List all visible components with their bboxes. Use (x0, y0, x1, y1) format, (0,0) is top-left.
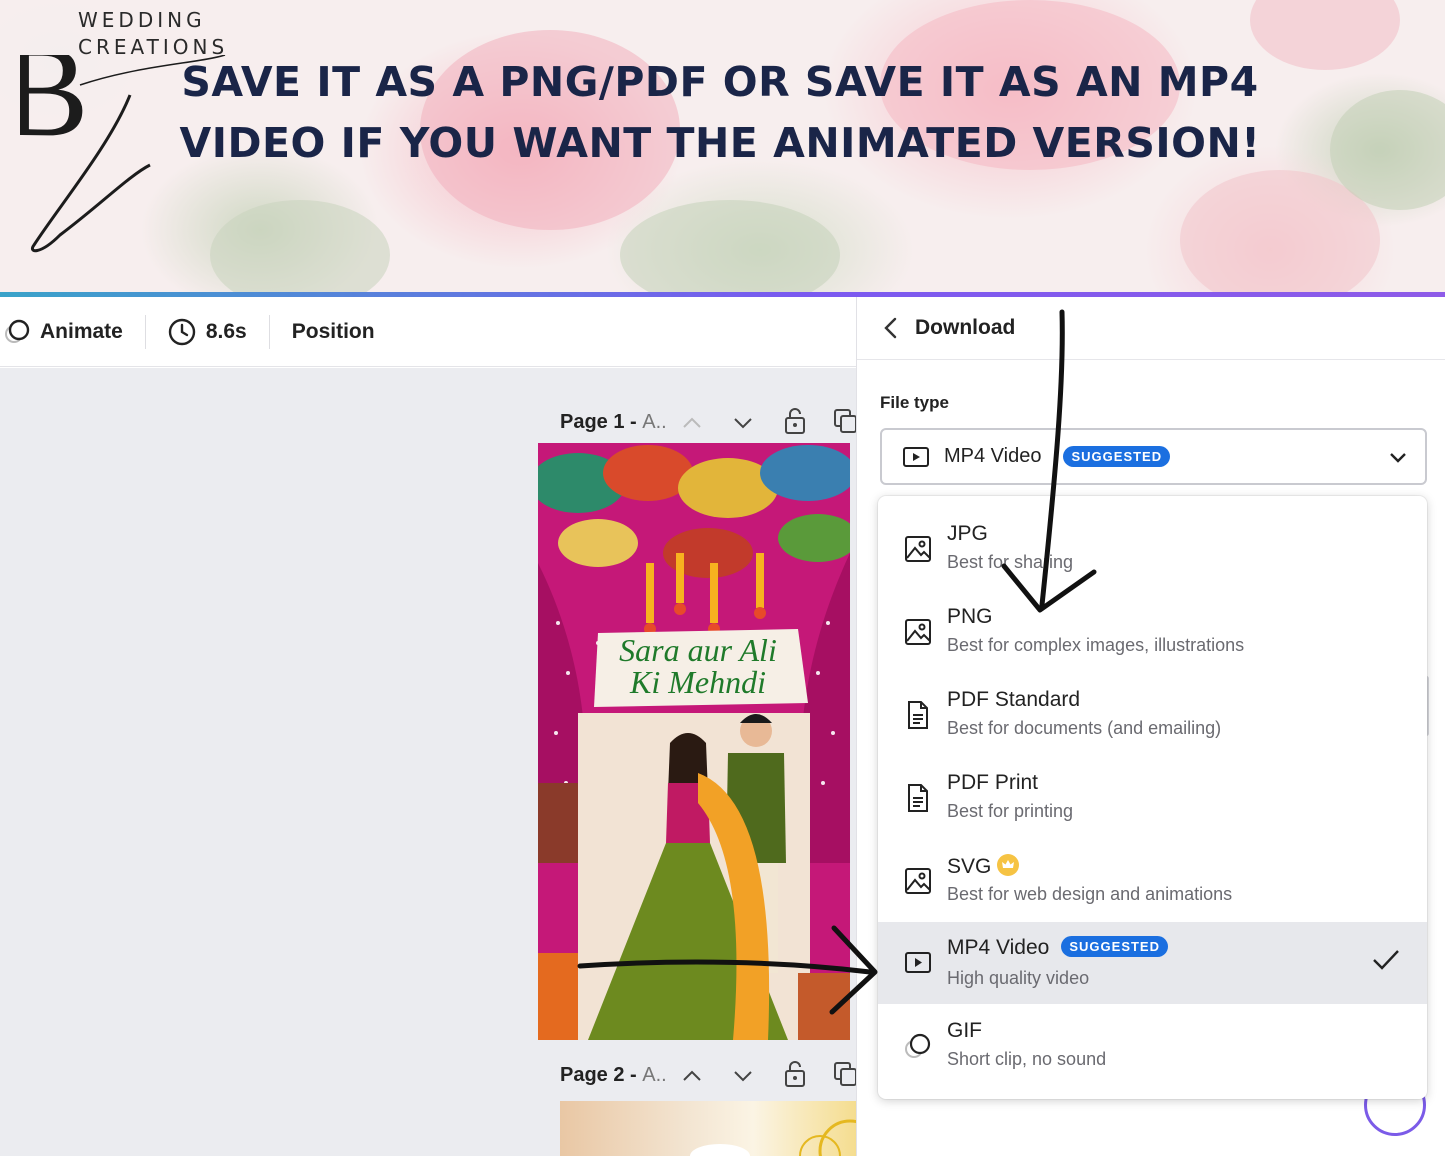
page-1-design[interactable]: Sara aur Ali Ki Mehndi (538, 443, 850, 1040)
suggested-badge: SUGGESTED (1063, 446, 1171, 467)
option-desc: Best for complex images, illustrations (947, 635, 1245, 655)
duration-label: 8.6s (205, 319, 247, 343)
clock-icon (168, 318, 196, 345)
chevron-up-icon[interactable] (681, 414, 703, 432)
option-desc: Short clip, no sound (947, 1049, 1107, 1069)
design-title-line-1: Sara aur Ali (619, 632, 777, 668)
animate-label: Animate (40, 319, 123, 343)
lock-icon[interactable] (783, 1060, 807, 1088)
file-type-select[interactable]: MP4 Video SUGGESTED (880, 428, 1427, 485)
banner-headline: SAVE IT AS A PNG/PDF OR SAVE IT AS AN MP… (170, 52, 1270, 174)
option-desc: Best for documents (and emailing) (947, 718, 1222, 738)
chevron-down-icon (1390, 453, 1406, 463)
duration-button[interactable]: 8.6s (146, 297, 269, 367)
position-button[interactable]: Position (270, 297, 397, 367)
file-type-value: MP4 Video (944, 445, 1042, 467)
option-name-text: SVG (947, 855, 992, 878)
animate-icon (5, 319, 30, 343)
editor-toolbar: Animate 8.6s Position (0, 297, 856, 367)
option-pdf-standard[interactable]: PDF Standard Best for documents (and ema… (878, 674, 1427, 756)
design-title-line-2: Ki Mehndi (629, 664, 766, 700)
page-2-artwork (690, 1119, 882, 1156)
option-svg[interactable]: SVG Best for web design and animations (878, 840, 1427, 922)
video-icon (903, 446, 929, 467)
option-desc: Best for sharing (947, 552, 1074, 572)
option-name: GIF (947, 1019, 982, 1042)
lock-icon[interactable] (783, 407, 807, 435)
option-name: PDF Standard (947, 688, 1081, 711)
panel-header: Download (857, 297, 1445, 360)
suggested-badge: SUGGESTED (1061, 936, 1168, 957)
option-desc: Best for printing (947, 801, 1074, 821)
document-icon (908, 701, 928, 729)
page-2-name: A.. (642, 1064, 667, 1086)
gif-icon (905, 1033, 931, 1058)
option-jpg[interactable]: JPG Best for sharing (878, 508, 1427, 590)
option-desc: Best for web design and animations (947, 884, 1233, 904)
promo-banner: BL B WEDDING CREATIONS SAVE IT AS A PNG/… (0, 0, 1445, 294)
option-name-text: MP4 Video (947, 936, 1050, 959)
checkmark-icon (1373, 950, 1399, 970)
page-1-label: Page 1 - (560, 411, 643, 433)
chevron-up-icon[interactable] (681, 1067, 703, 1085)
video-icon (905, 952, 931, 973)
option-name: SVG (947, 854, 1020, 879)
page-1-title[interactable]: Page 1 - A.. (560, 411, 667, 434)
design-artwork: Sara aur Ali Ki Mehndi (538, 443, 850, 1040)
option-name: MP4 Video SUGGESTED (947, 936, 1168, 960)
svg-text:B: B (20, 55, 89, 164)
page-2-title[interactable]: Page 2 - A.. (560, 1064, 667, 1087)
option-name: JPG (947, 522, 988, 545)
document-icon (908, 784, 928, 812)
position-label: Position (291, 319, 375, 343)
crown-icon (997, 854, 1020, 876)
chevron-down-icon[interactable] (732, 1067, 754, 1085)
page-2-label: Page 2 - (560, 1064, 643, 1086)
page-2-design[interactable] (560, 1101, 882, 1156)
option-pdf-print[interactable]: PDF Print Best for printing (878, 757, 1427, 839)
headline-line-2: VIDEO IF YOU WANT THE ANIMATED VERSION! (179, 119, 1261, 167)
image-icon (905, 619, 931, 645)
image-icon (905, 536, 931, 562)
option-name: PNG (947, 605, 993, 628)
page-1-name: A.. (642, 411, 667, 433)
option-png[interactable]: PNG Best for complex images, illustratio… (878, 591, 1427, 673)
duplicate-page-icon[interactable] (834, 1062, 858, 1088)
duplicate-page-icon[interactable] (834, 409, 858, 435)
logo-line-wedding: WEDDING (78, 8, 206, 32)
image-icon (905, 868, 931, 894)
back-arrow-icon[interactable] (881, 316, 901, 340)
panel-title: Download (915, 316, 1016, 339)
option-name: PDF Print (947, 771, 1039, 794)
option-gif[interactable]: GIF Short clip, no sound (878, 1005, 1427, 1087)
file-type-dropdown: JPG Best for sharing PNG Best for comple… (878, 496, 1427, 1099)
file-type-label: File type (880, 393, 949, 412)
chevron-down-icon[interactable] (732, 414, 754, 432)
headline-line-1: SAVE IT AS A PNG/PDF OR SAVE IT AS AN MP… (181, 58, 1259, 106)
option-desc: High quality video (947, 968, 1090, 988)
animate-button[interactable]: Animate (0, 297, 145, 367)
option-mp4-video[interactable]: MP4 Video SUGGESTED High quality video (878, 922, 1427, 1004)
